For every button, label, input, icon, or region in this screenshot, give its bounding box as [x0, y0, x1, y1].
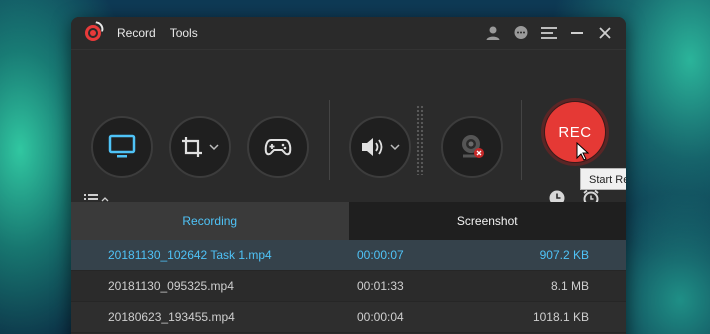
webcam-button[interactable]: [441, 116, 503, 178]
file-size: 907.2 KB: [539, 248, 589, 262]
list-item[interactable]: 20181130_095325.mp4 00:01:33 8.1 MB: [71, 271, 626, 302]
list-item[interactable]: 20181130_102642 Task 1.mp4 00:00:07 907.…: [71, 240, 626, 271]
game-button[interactable]: [247, 116, 309, 178]
user-icon[interactable]: [484, 24, 502, 42]
recording-controls: REC Start Recording (Ctrl+Shi: [71, 49, 626, 217]
gamepad-icon: [264, 139, 292, 156]
file-size: 1018.1 KB: [532, 310, 589, 324]
rec-button[interactable]: REC: [545, 102, 605, 162]
tab-bar: Recording Screenshot: [71, 202, 626, 240]
rec-tooltip: Start Recording (Ctrl+Shi: [580, 168, 626, 190]
mouse-cursor-icon: [576, 142, 590, 161]
app-logo-icon: [83, 21, 105, 44]
file-duration: 00:01:33: [357, 279, 404, 293]
title-bar: Record Tools: [71, 17, 626, 49]
app-window: Record Tools REC Start R Recording Scree…: [71, 17, 626, 334]
monitor-icon: [108, 134, 136, 158]
tab-recording[interactable]: Recording: [71, 202, 349, 240]
list-item[interactable]: 20180623_193455.mp4 00:00:04 1018.1 KB: [71, 302, 626, 333]
crop-icon: [182, 137, 202, 157]
hamburger-icon[interactable]: [540, 24, 558, 42]
chevron-down-icon[interactable]: [209, 143, 219, 151]
rec-button-ring: REC: [541, 98, 609, 166]
file-name: 20181130_102642 Task 1.mp4: [108, 248, 272, 262]
chevron-down-icon[interactable]: [390, 143, 400, 151]
file-name: 20180623_193455.mp4: [108, 310, 235, 324]
close-icon[interactable]: [596, 24, 614, 42]
webcam-icon: [462, 135, 484, 158]
divider: [329, 100, 330, 180]
tab-screenshot[interactable]: Screenshot: [348, 202, 626, 240]
file-duration: 00:00:07: [357, 248, 404, 262]
volume-meter: [416, 105, 424, 175]
audio-button[interactable]: [349, 116, 411, 178]
display-button[interactable]: [91, 116, 153, 178]
divider: [521, 100, 522, 180]
minimize-icon[interactable]: [568, 24, 586, 42]
file-duration: 00:00:04: [357, 310, 404, 324]
menu-tools[interactable]: Tools: [170, 26, 198, 40]
file-size: 8.1 MB: [550, 279, 589, 293]
recording-list: 20181130_102642 Task 1.mp4 00:00:07 907.…: [71, 240, 626, 333]
menu-record[interactable]: Record: [117, 26, 156, 40]
speaker-icon: [362, 138, 383, 156]
region-button[interactable]: [169, 116, 231, 178]
file-name: 20181130_095325.mp4: [108, 279, 234, 293]
chat-icon[interactable]: [512, 24, 530, 42]
